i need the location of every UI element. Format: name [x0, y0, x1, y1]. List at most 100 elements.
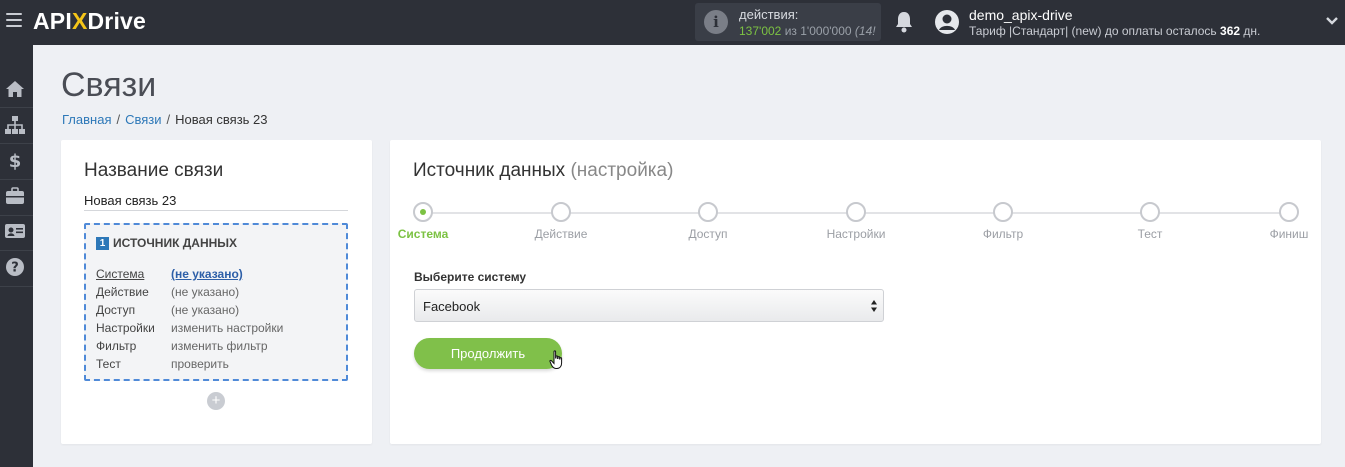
data-source-title: Источник данных (настройка)	[413, 160, 673, 182]
actions-label: действия:	[739, 7, 799, 22]
source-row-value: проверить	[171, 357, 229, 371]
source-row-key[interactable]: Система	[96, 267, 171, 281]
sidebar-divider	[0, 250, 33, 251]
breadcrumb-links[interactable]: Связи	[125, 112, 161, 127]
source-row-key: Доступ	[96, 303, 136, 317]
add-block-button[interactable]: +	[207, 392, 225, 410]
step-filter[interactable]: Фильтр	[958, 202, 1048, 241]
step-label: Доступ	[688, 227, 728, 241]
source-row-settings: Настройки изменить настройки	[96, 321, 283, 335]
chevron-down-icon[interactable]	[1325, 14, 1339, 28]
actions-used: 137'002	[739, 24, 782, 38]
source-row-value[interactable]: (не указано)	[171, 267, 243, 281]
help-icon[interactable]: ?	[4, 256, 26, 278]
plan-days: 362	[1220, 24, 1241, 38]
data-source-block[interactable]: 1 ИСТОЧНИК ДАННЫХ Система (не указано) Дей…	[84, 223, 348, 381]
step-action[interactable]: Действие	[516, 202, 606, 241]
data-source-settings-card: Источник данных (настройка) Система Дейс…	[390, 140, 1321, 444]
connection-name-input[interactable]	[84, 191, 348, 211]
source-row-access: Доступ (не указано)	[96, 303, 239, 317]
actions-tail: (14!	[854, 24, 876, 38]
user-name[interactable]: demo_apix-drive	[969, 7, 1073, 23]
connection-name-card: Название связи 1ИСТОЧНИК ДАННЫХ Система(…	[61, 140, 372, 444]
breadcrumb-current: Новая связь 23	[175, 112, 268, 127]
select-system-label: Выберите систему	[414, 270, 527, 284]
connection-name-title: Название связи	[84, 160, 224, 181]
info-icon: i	[704, 10, 728, 34]
step-dot	[698, 202, 718, 222]
dollar-icon[interactable]: $	[4, 149, 26, 171]
sidebar-divider	[0, 143, 33, 144]
source-row-key: Действие	[96, 285, 149, 299]
user-avatar-icon[interactable]	[934, 9, 960, 35]
hand-cursor-icon	[549, 350, 563, 369]
step-dot	[846, 202, 866, 222]
plan-prefix: Тариф |Стандарт| (new) до оплаты осталос…	[969, 24, 1217, 38]
source-row-value: изменить фильтр	[171, 339, 268, 353]
step-label: Система	[397, 227, 449, 241]
step-test[interactable]: Тест	[1105, 202, 1195, 241]
logo-text-api: API	[33, 8, 72, 34]
sidebar-divider	[0, 107, 33, 108]
source-row-value: изменить настройки	[171, 321, 284, 335]
breadcrumb-separator: /	[166, 112, 171, 127]
step-dot	[1279, 202, 1299, 222]
breadcrumb-separator: /	[116, 112, 121, 127]
data-source-subtitle: (настройка)	[570, 160, 674, 181]
actions-separator: из	[784, 24, 797, 38]
data-source-heading-text: ИСТОЧНИК ДАННЫХ	[113, 236, 238, 250]
sidebar-divider	[0, 286, 33, 287]
step-number-badge: 1	[96, 237, 109, 250]
step-label: Финиш	[1269, 227, 1309, 241]
bell-icon[interactable]	[893, 10, 915, 34]
actions-total: 1'000'000	[800, 24, 852, 38]
source-row-action: Действие (не указано)	[96, 285, 239, 299]
system-select[interactable]: Facebook	[414, 289, 884, 322]
logo-text-x: X	[71, 8, 88, 34]
step-system[interactable]: Система	[378, 202, 468, 241]
step-dot	[993, 202, 1013, 222]
source-row-test: Тест проверить	[96, 357, 229, 371]
menu-icon[interactable]	[6, 13, 22, 31]
source-row-filter: Фильтр изменить фильтр	[96, 339, 268, 353]
step-finish[interactable]: Финиш	[1244, 202, 1334, 241]
svg-text:?: ?	[11, 261, 19, 276]
sidebar-divider	[0, 179, 33, 180]
continue-button[interactable]: Продолжить	[414, 338, 562, 369]
step-access[interactable]: Доступ	[663, 202, 753, 241]
svg-text:$: $	[9, 151, 22, 171]
step-label: Тест	[1137, 227, 1163, 241]
breadcrumb: Главная / Связи / Новая связь 23	[62, 112, 268, 127]
page-title: Связи	[61, 66, 157, 104]
data-source-title-text: Источник данных	[413, 160, 566, 181]
sidebar-divider	[0, 215, 33, 216]
step-label: Настройки	[826, 227, 886, 241]
home-icon[interactable]	[4, 78, 26, 100]
step-dot	[551, 202, 571, 222]
source-row-value: (не указано)	[171, 285, 240, 299]
id-card-icon[interactable]	[4, 220, 26, 242]
source-row-key: Фильтр	[96, 339, 137, 353]
actions-count: 137'002 из 1'000'000 (14!	[739, 24, 876, 38]
step-settings[interactable]: Настройки	[811, 202, 901, 241]
plan-days-suffix: дн.	[1243, 24, 1261, 38]
source-row-value: (не указано)	[171, 303, 240, 317]
source-row-system: Система (не указано)	[96, 267, 243, 281]
sidebar: $ ?	[0, 45, 33, 467]
step-label: Действие	[534, 227, 588, 241]
select-arrows-icon	[871, 300, 877, 312]
step-dot	[413, 202, 433, 222]
actions-counter[interactable]: i действия: 137'002 из 1'000'000 (14!	[695, 3, 881, 41]
user-plan: Тариф |Стандарт| (new) до оплаты осталос…	[969, 24, 1260, 38]
briefcase-icon[interactable]	[4, 185, 26, 207]
data-source-heading: 1 ИСТОЧНИК ДАННЫХ	[96, 236, 237, 250]
breadcrumb-home[interactable]: Главная	[62, 112, 111, 127]
logo[interactable]: APIXDrive	[33, 8, 146, 35]
step-dot	[1140, 202, 1160, 222]
sitemap-icon[interactable]	[4, 114, 26, 136]
logo-text-drive: Drive	[87, 8, 147, 34]
step-label: Фильтр	[982, 227, 1024, 241]
source-row-key: Тест	[96, 357, 121, 371]
system-select-value: Facebook	[423, 299, 481, 314]
top-bar: APIXDrive i действия: 137'002 из 1'000'0…	[0, 0, 1345, 45]
